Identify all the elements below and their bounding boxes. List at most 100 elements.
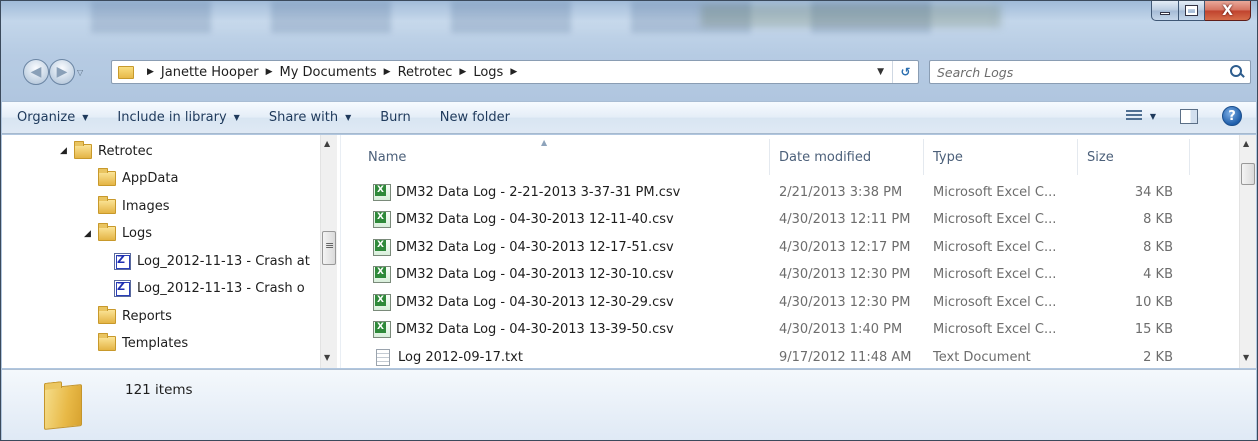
forward-button[interactable]: ▶ xyxy=(49,59,75,85)
search-input[interactable]: Search Logs xyxy=(930,65,1228,80)
help-icon[interactable]: ? xyxy=(1222,106,1242,126)
tree-item-label: Logs xyxy=(122,226,152,241)
tree-item[interactable]: Templates xyxy=(98,332,188,356)
file-row[interactable]: DM32 Data Log - 04-30-2013 12-17-51.csv 4… xyxy=(347,235,1207,259)
caption-buttons: X xyxy=(1151,1,1251,21)
file-row[interactable]: Log 2012-09-17.txt 9/17/2012 11:48 AM Text… xyxy=(347,345,1207,368)
recent-pages-dropdown[interactable]: ▽ xyxy=(77,68,83,77)
scroll-thumb[interactable] xyxy=(322,231,336,265)
close-button[interactable]: X xyxy=(1205,1,1251,21)
file-row[interactable]: DM32 Data Log - 04-30-2013 12-30-29.csv 4… xyxy=(347,290,1207,314)
file-name-text: DM32 Data Log - 04-30-2013 13-39-50.csv xyxy=(396,322,674,337)
views-icon[interactable] xyxy=(1125,110,1142,122)
tree-item[interactable]: Reports xyxy=(98,304,172,328)
breadcrumb-separator-icon[interactable]: ▶ xyxy=(266,67,273,77)
content-area: ◢ Retrotec AppData Images ◢ Logs Log_2012-11-1… xyxy=(2,135,1256,368)
column-header-type[interactable]: Type xyxy=(924,139,1078,175)
folder-icon xyxy=(74,140,92,159)
address-dropdown-icon[interactable]: ▼ xyxy=(877,67,884,77)
txt-icon xyxy=(376,348,390,366)
column-header-size[interactable]: Size xyxy=(1078,139,1190,175)
file-name-text: DM32 Data Log - 04-30-2013 12-17-51.csv xyxy=(396,239,674,255)
file-row[interactable]: DM32 Data Log - 04-30-2013 12-11-40.csv 4… xyxy=(347,208,1207,232)
column-header-date-modified[interactable]: Date modified xyxy=(770,139,924,175)
file-date-text: 4/30/2013 12:11 PM xyxy=(779,212,911,227)
breadcrumb-item[interactable]: My Documents xyxy=(279,65,376,80)
file-size-text: 8 KB xyxy=(1143,212,1173,227)
breadcrumb-item[interactable]: Logs xyxy=(473,65,503,80)
share-with-button[interactable]: Share with ▼ xyxy=(269,106,351,130)
folder-icon xyxy=(98,223,116,241)
breadcrumb-item[interactable]: Janette Hooper xyxy=(161,65,259,80)
navigation-scrollbar[interactable]: ▲ ▼ xyxy=(320,135,337,368)
include-in-library-button[interactable]: Include in library ▼ xyxy=(117,106,239,130)
views-dropdown-icon[interactable]: ▼ xyxy=(1150,112,1156,121)
file-row[interactable]: DM32 Data Log - 04-30-2013 12-30-10.csv 4… xyxy=(347,263,1207,287)
new-folder-button[interactable]: New folder xyxy=(440,106,510,130)
breadcrumb-separator-icon[interactable]: ▶ xyxy=(147,67,154,77)
column-date-label: Date modified xyxy=(779,149,872,165)
scroll-up-icon[interactable]: ▲ xyxy=(324,139,330,148)
breadcrumb-item[interactable]: Retrotec xyxy=(398,65,453,80)
tree-item[interactable]: ◢ Retrotec xyxy=(60,139,153,163)
file-name-text: Log 2012-09-17.txt xyxy=(398,349,523,365)
address-bar[interactable]: ▶ Janette Hooper ▶ My Documents ▶ Retrotec ▶ Lo… xyxy=(111,60,919,84)
scroll-down-icon[interactable]: ▼ xyxy=(324,353,330,362)
breadcrumb-separator-icon[interactable]: ▶ xyxy=(459,67,466,77)
file-date: 4/30/2013 1:40 PM xyxy=(779,318,902,342)
file-date: 4/30/2013 12:30 PM xyxy=(779,290,910,314)
file-date-text: 9/17/2012 11:48 AM xyxy=(779,349,912,365)
maximize-button[interactable] xyxy=(1179,1,1205,21)
refresh-button[interactable]: ↺ xyxy=(892,61,918,83)
file-size: 15 KB xyxy=(1087,318,1173,342)
include-in-library-label: Include in library xyxy=(117,110,227,125)
file-row[interactable]: DM32 Data Log - 04-30-2013 13-39-50.csv 4… xyxy=(347,318,1207,342)
tree-item[interactable]: AppData xyxy=(98,167,178,191)
pane-splitter[interactable] xyxy=(340,135,345,368)
file-type-text: Text Document xyxy=(933,349,1031,365)
back-button[interactable]: ◀ xyxy=(23,59,49,85)
preview-pane-icon[interactable] xyxy=(1180,108,1198,124)
new-folder-label: New folder xyxy=(439,110,510,125)
organize-button[interactable]: Organize ▼ xyxy=(17,106,88,130)
breadcrumb-separator-icon[interactable]: ▶ xyxy=(384,67,391,77)
tree-item-label: Images xyxy=(122,198,170,214)
tree-item[interactable]: Log_2012-11-13 - Crash o xyxy=(114,277,305,301)
tree-item-label: Log_2012-11-13 - Crash o xyxy=(137,281,305,296)
tree-item[interactable]: Log_2012-11-13 - Crash at xyxy=(114,249,310,273)
file-size: 8 KB xyxy=(1087,235,1173,259)
file-size: 34 KB xyxy=(1087,180,1173,204)
command-bar-right: ▼ ? xyxy=(1125,106,1242,126)
file-type: Microsoft Excel C... xyxy=(933,318,1056,342)
file-name: DM32 Data Log - 2-21-2013 3-37-31 PM.csv xyxy=(373,180,680,204)
tree-item[interactable]: ◢ Logs xyxy=(84,222,152,246)
scroll-up-icon[interactable]: ▲ xyxy=(1243,139,1249,148)
column-header-name[interactable]: Name xyxy=(359,139,770,175)
minimize-button[interactable] xyxy=(1151,1,1179,21)
glass-background-overlay xyxy=(701,5,1001,27)
file-date: 4/30/2013 12:30 PM xyxy=(779,263,910,287)
expanded-triangle-icon[interactable]: ◢ xyxy=(84,229,94,239)
file-type: Text Document xyxy=(933,345,1031,368)
search-box[interactable]: Search Logs xyxy=(929,60,1251,84)
file-row[interactable]: DM32 Data Log - 2-21-2013 3-37-31 PM.csv… xyxy=(347,180,1207,204)
search-icon[interactable] xyxy=(1228,63,1246,81)
forward-arrow-icon: ▶ xyxy=(56,64,68,80)
file-type-text: Microsoft Excel C... xyxy=(933,184,1057,200)
file-list-scrollbar[interactable]: ▲ ▼ xyxy=(1239,135,1256,368)
scroll-down-icon[interactable]: ▼ xyxy=(1243,353,1249,362)
tree-item[interactable]: Images xyxy=(98,194,170,218)
breadcrumb-separator-icon[interactable]: ▶ xyxy=(510,67,517,77)
tree-item-label: Log_2012-11-13 - Crash at xyxy=(137,253,310,269)
file-type-text: Microsoft Excel C... xyxy=(933,294,1057,310)
folder-icon xyxy=(98,333,116,351)
file-size-text: 34 KB xyxy=(1134,184,1173,200)
minimize-icon xyxy=(1160,12,1170,15)
column-name-label: Name xyxy=(368,149,407,165)
file-date-text: 4/30/2013 12:17 PM xyxy=(779,239,911,255)
details-pane: 121 items xyxy=(2,369,1256,440)
csv-icon xyxy=(373,183,391,201)
burn-button[interactable]: Burn xyxy=(380,106,411,130)
scroll-thumb[interactable] xyxy=(1241,163,1255,185)
expanded-triangle-icon[interactable]: ◢ xyxy=(60,146,70,156)
